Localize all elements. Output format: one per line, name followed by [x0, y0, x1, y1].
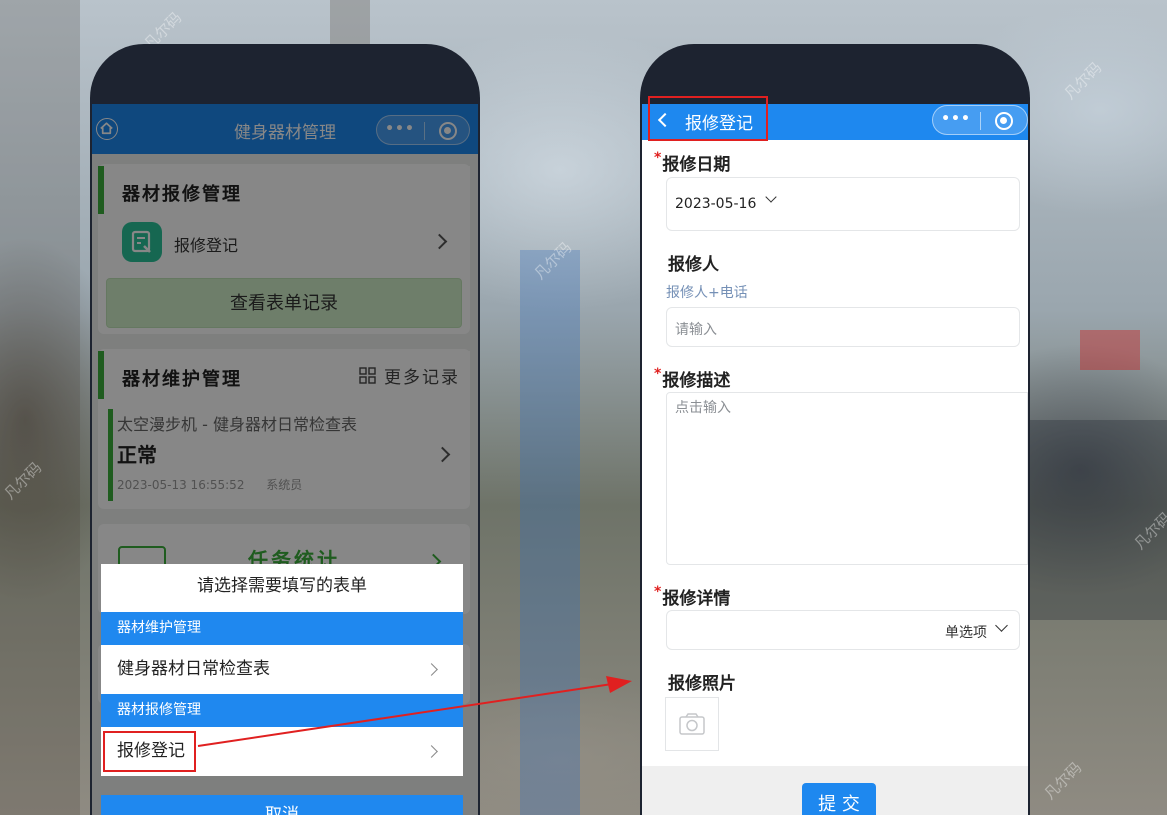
pointer-arrow [197, 676, 632, 747]
